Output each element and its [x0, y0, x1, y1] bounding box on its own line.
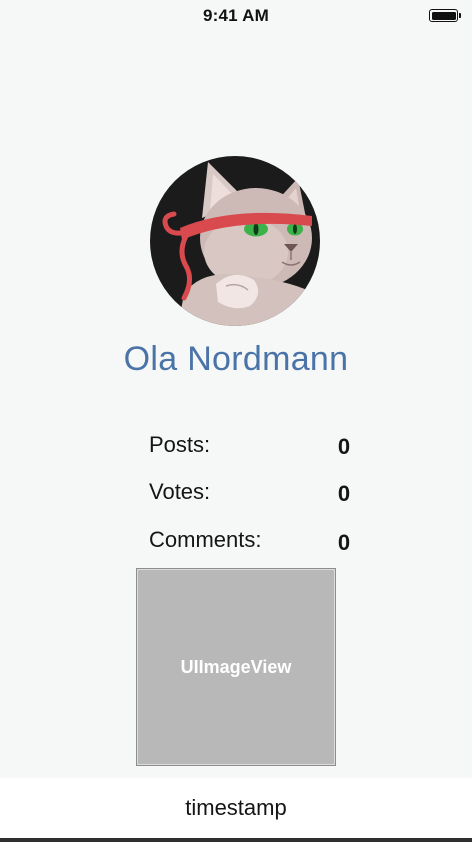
posts-count: 0 [337, 434, 351, 459]
votes-count: 0 [337, 481, 351, 506]
bottom-bar: timestamp [0, 778, 472, 838]
posts-label: Posts: [149, 432, 211, 457]
profile-avatar[interactable] [150, 156, 320, 326]
comments-label: Comments: [149, 527, 262, 552]
image-view-label: UIImageView [180, 656, 292, 677]
status-bar: 9:41 AM [0, 0, 472, 34]
votes-label: Votes: [149, 479, 211, 504]
profile-name: Ola Nordmann [123, 340, 349, 378]
timestamp-label: timestamp [185, 795, 287, 820]
battery-fill [431, 11, 456, 20]
cat-avatar-icon [150, 156, 320, 326]
image-view-placeholder[interactable]: UIImageView [136, 568, 336, 766]
status-time: 9:41 AM [203, 6, 269, 25]
bottom-edge [0, 838, 472, 842]
battery-icon [429, 9, 461, 22]
battery-tip [458, 13, 461, 18]
comments-count: 0 [337, 530, 351, 555]
